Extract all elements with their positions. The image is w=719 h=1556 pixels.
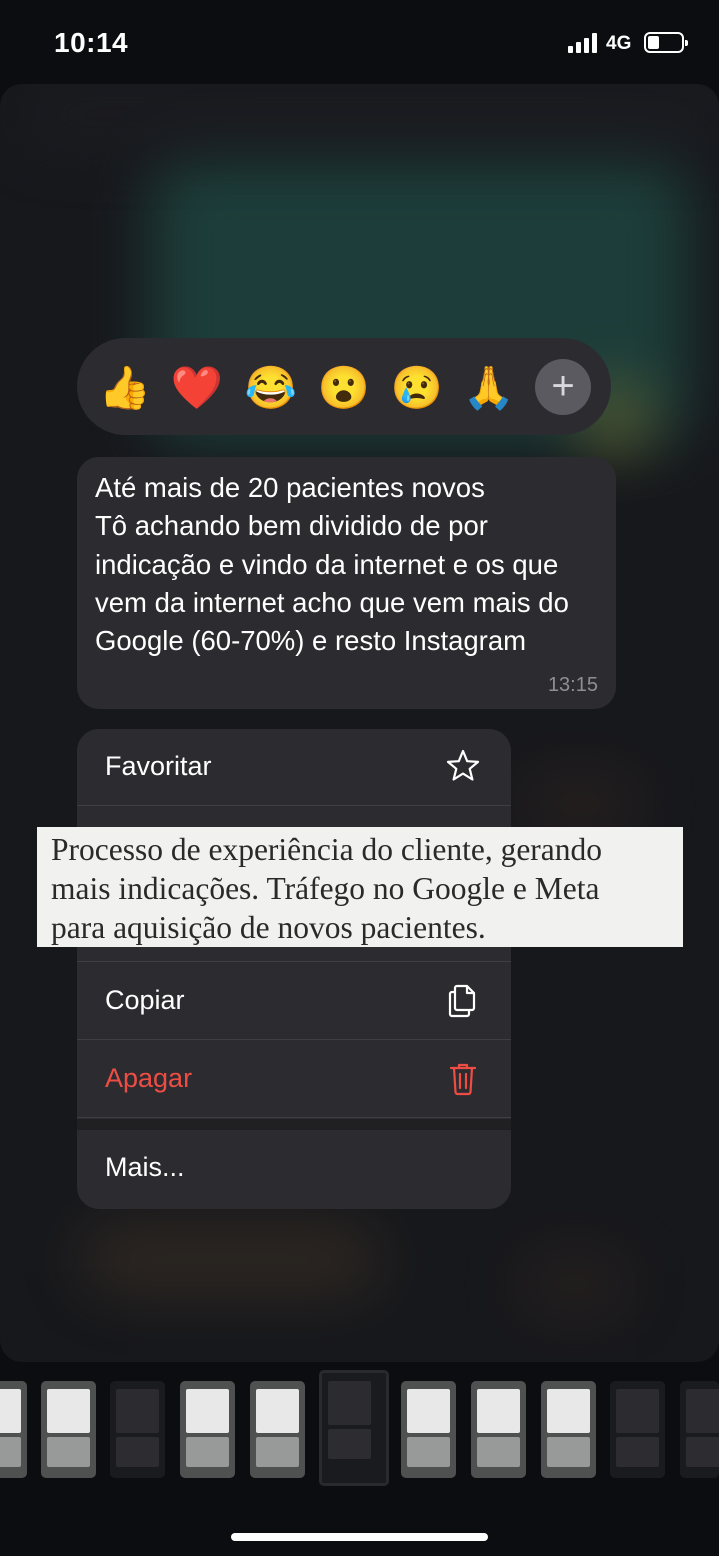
add-reaction-button[interactable]: +	[535, 359, 591, 415]
filmstrip-thumbnail[interactable]	[41, 1381, 96, 1478]
caption-line-2: mais indicações. Tráfego no Google e Met…	[51, 871, 600, 906]
reaction-praying-hands[interactable]: 🙏	[461, 360, 517, 416]
filmstrip-thumbnail[interactable]	[471, 1381, 526, 1478]
status-bar: 10:14 4G	[0, 0, 719, 86]
message-context-menu: Favoritar Copiar Apagar Mais...	[77, 729, 511, 1209]
caption-line-1: Processo de experiência do cliente, gera…	[51, 832, 603, 867]
filmstrip-thumbnail[interactable]	[401, 1381, 456, 1478]
message-timestamp: 13:15	[547, 674, 598, 696]
trash-icon	[449, 1063, 477, 1096]
filmstrip-thumbnail[interactable]	[541, 1381, 596, 1478]
menu-item-apagar[interactable]: Apagar	[77, 1041, 511, 1118]
screenshot-filmstrip	[0, 1366, 719, 1516]
reaction-crying[interactable]: 😢	[389, 360, 445, 416]
reaction-bar: 👍 ❤️ 😂 😮 😢 🙏 +	[77, 338, 611, 435]
battery-icon	[644, 32, 688, 53]
message-bubble[interactable]: Até mais de 20 pacientes novos Tô achand…	[77, 457, 616, 709]
overlay-caption: Processo de experiência do cliente, gera…	[37, 827, 683, 947]
reaction-laughing[interactable]: 😂	[243, 360, 299, 416]
menu-label-mais: Mais...	[105, 1152, 185, 1182]
menu-item-copiar[interactable]: Copiar	[77, 963, 511, 1040]
filmstrip-thumbnail-current[interactable]	[319, 1370, 389, 1486]
star-icon	[446, 749, 480, 781]
status-time: 10:14	[54, 27, 129, 58]
message-text: Até mais de 20 pacientes novos Tô achand…	[95, 472, 569, 657]
menu-label-copiar: Copiar	[105, 985, 185, 1015]
menu-item-favoritar[interactable]: Favoritar	[77, 729, 511, 806]
home-indicator[interactable]	[231, 1533, 488, 1541]
reaction-surprised[interactable]: 😮	[316, 360, 372, 416]
network-type: 4G	[606, 33, 632, 54]
reaction-heart[interactable]: ❤️	[169, 360, 225, 416]
filmstrip-thumbnail[interactable]	[250, 1381, 305, 1478]
menu-item-mais[interactable]: Mais...	[77, 1130, 511, 1207]
filmstrip-thumbnail[interactable]	[110, 1381, 165, 1478]
cellular-signal-icon	[568, 33, 598, 53]
filmstrip-thumbnail[interactable]	[610, 1381, 665, 1478]
menu-group-separator	[77, 1119, 511, 1130]
menu-label-apagar: Apagar	[105, 1063, 193, 1093]
menu-label-favoritar: Favoritar	[105, 751, 212, 781]
filmstrip-thumbnail[interactable]	[680, 1381, 719, 1478]
reaction-thumbs-up[interactable]: 👍	[97, 360, 153, 416]
copy-icon	[448, 984, 476, 1018]
caption-line-3: para aquisição de novos pacientes.	[51, 910, 486, 945]
filmstrip-thumbnail[interactable]	[180, 1381, 235, 1478]
filmstrip-thumbnail[interactable]	[0, 1381, 27, 1478]
